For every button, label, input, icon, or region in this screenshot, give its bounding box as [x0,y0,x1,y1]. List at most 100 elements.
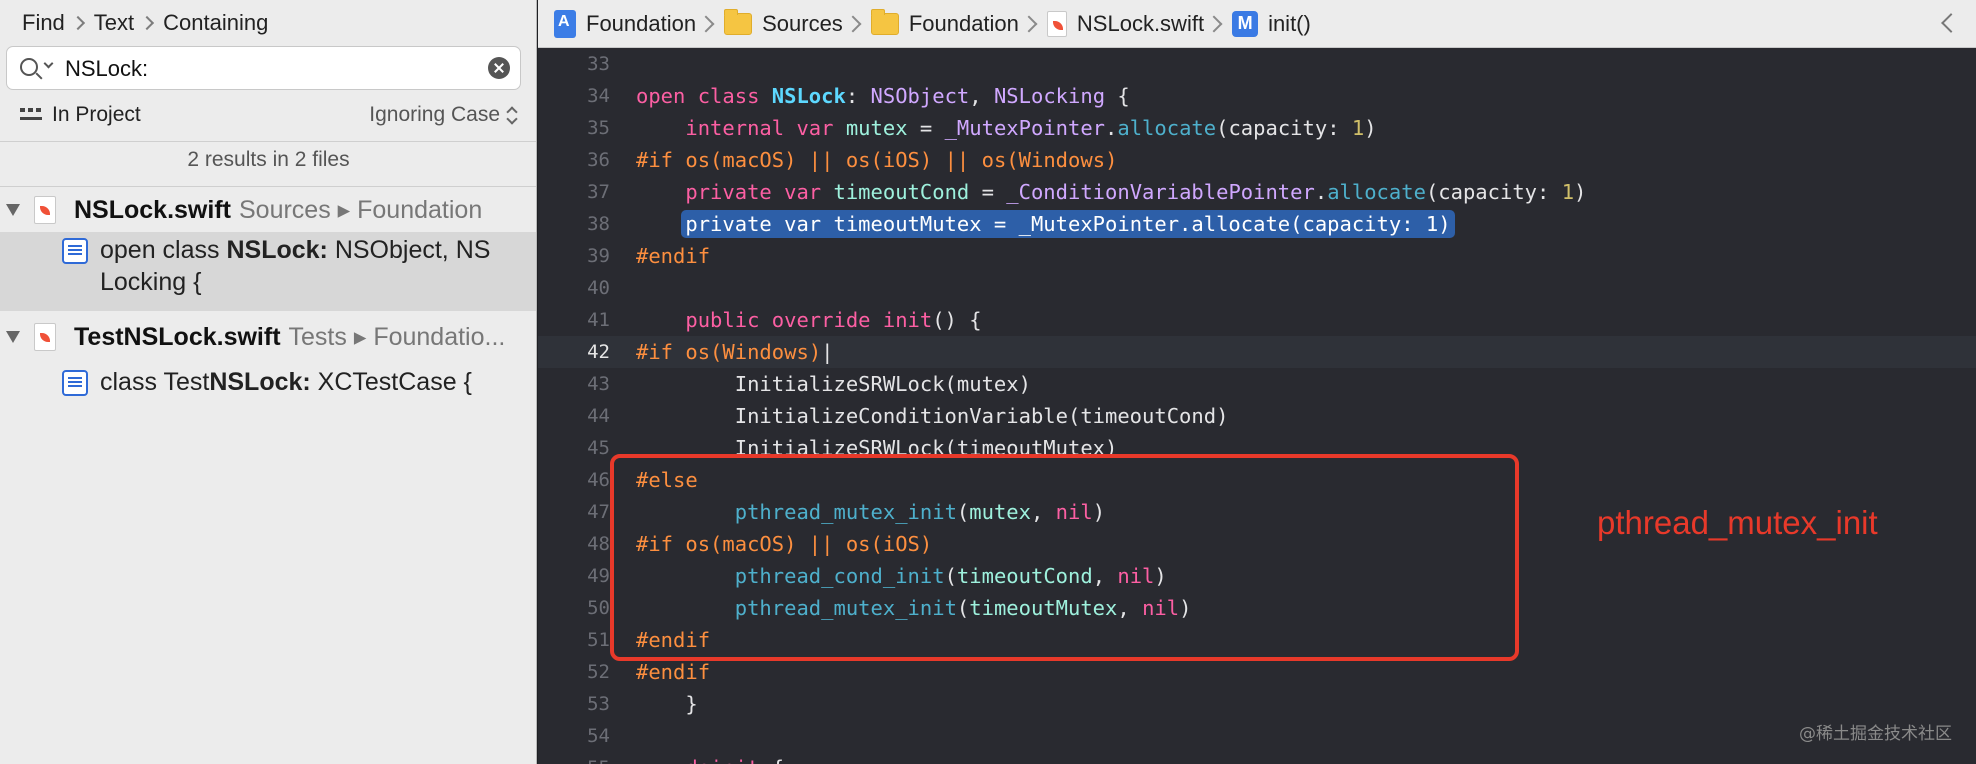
line-number: 45 [587,437,610,459]
file-name: NSLock.swift [74,195,231,224]
result-match-row[interactable]: class TestNSLock: XCTestCase { [0,364,536,404]
code-line: 43 InitializeSRWLock(mutex) [538,368,1976,400]
code-line: 34 open class NSLock: NSObject, NSLocking… [538,80,1976,112]
code-line: 38 private var timeoutMutex = _MutexPoin… [538,208,1976,240]
jumpbar-method[interactable]: M init() [1232,10,1311,37]
jumpbar-project[interactable]: Foundation [554,9,697,38]
breadcrumb-text[interactable]: Text [94,10,134,36]
line-number: 53 [587,693,610,715]
code-line: 39 #endif [538,240,1976,272]
line-number: 44 [587,405,610,427]
case-sensitivity-popup[interactable]: Ignoring Case [369,100,516,130]
line-number: 54 [587,725,610,747]
result-file-testnslock[interactable]: TestNSLock.swift Tests ▸ Foundatio... [0,317,536,357]
breadcrumb-find[interactable]: Find [22,10,65,36]
text-match-icon [62,238,88,264]
breadcrumb-containing[interactable]: Containing [163,10,268,36]
match-text: class TestNSLock: XCTestCase { [100,364,472,398]
jumpbar-foundation-folder[interactable]: Foundation [870,8,1019,37]
method-icon: M [1232,10,1259,37]
line-number: 34 [587,85,610,107]
jumpbar-label: Foundation [908,10,1019,36]
disclosure-triangle-icon[interactable] [6,204,20,216]
code-line: 40 [538,272,1976,304]
result-match-row[interactable]: open class NSLock: NSObject, NS Locking … [0,232,536,311]
results-summary: 2 results in 2 files [187,148,350,171]
match-highlight: NSLock: [226,236,328,264]
line-number: 43 [587,373,610,395]
search-icon[interactable] [20,58,38,76]
jumpbar-label: Sources [762,10,843,36]
file-path: Sources ▸ Foundation [238,196,483,224]
file-name: TestNSLock.swift [74,322,281,351]
code-line: 41 public override init() { [538,304,1976,336]
code-line: 55 deinit { [538,752,1976,764]
code-line: 35 internal var mutex = _MutexPointer.al… [538,112,1976,144]
code-line: 44 InitializeConditionVariable(timeoutCo… [538,400,1976,432]
divider [0,141,536,142]
line-number: 41 [587,309,610,331]
disclosure-triangle-icon[interactable] [6,331,20,343]
code-line: 33 [538,48,1976,80]
line-number: 46 [587,469,610,491]
line-number: 37 [587,181,610,203]
find-navigator: Find Text Containing NSLock: In Project … [0,0,537,764]
annotation-box [610,454,1519,661]
chevron-left-icon[interactable] [1941,13,1961,33]
jumpbar-sources[interactable]: Sources [724,8,843,37]
folder-icon [724,8,753,35]
search-value[interactable]: NSLock: [65,56,148,82]
match-pre: open class [100,236,227,264]
line-number: 33 [587,53,610,75]
chevron-right-icon [70,15,85,31]
jump-bar: Foundation Sources Foundation NSLock.swi… [538,0,1976,48]
line-number: 49 [587,565,610,587]
scope-label: In Project [52,103,141,126]
chevron-down-icon[interactable] [43,58,54,69]
jumpbar-label: NSLock.swift [1076,10,1205,36]
updown-chevron-icon [506,105,516,125]
divider [0,186,536,187]
match-line2: Locking { [100,268,202,296]
match-pre: class Test [100,368,210,396]
code-line: 37 private var timeoutCond = _ConditionV… [538,176,1976,208]
line-number: 55 [538,752,610,764]
chevron-right-icon [1020,15,1038,32]
line-number: 42 [587,341,610,363]
line-number: 51 [587,629,610,651]
jumpbar-file[interactable]: NSLock.swift [1046,10,1205,37]
annotation-label: pthread_mutex_init [1597,504,1878,541]
search-input[interactable]: NSLock: [6,46,521,90]
scope-selector[interactable]: In Project [20,100,141,130]
result-file-nslock[interactable]: NSLock.swift Sources ▸ Foundation [0,190,536,230]
swift-file-icon [34,196,56,224]
watermark: @稀土掘金技术社区 [1799,724,1952,744]
chevron-right-icon [1205,15,1223,32]
scope-icon [20,108,42,122]
code-line: 53 } [538,688,1976,720]
jumpbar-label: init() [1268,10,1311,36]
chevron-right-icon [844,15,862,32]
line-number: 36 [587,149,610,171]
code-line: 36 #if os(macOS) || os(iOS) || os(Windows… [538,144,1976,176]
chevron-right-icon [697,15,715,32]
line-number: 39 [587,245,610,267]
clear-icon[interactable] [488,57,510,79]
line-number: 35 [587,117,610,139]
line-number: 50 [587,597,610,619]
chevron-right-icon [140,15,155,31]
selected-text[interactable]: private var timeoutMutex = _MutexPointer… [681,210,1455,238]
case-label: Ignoring Case [369,103,500,126]
line-number: 47 [587,501,610,523]
line-number: 48 [587,533,610,555]
line-number: 38 [587,213,610,235]
match-text: open class NSLock: NSObject, NS Locking … [100,232,490,298]
xcode-project-icon [554,9,576,38]
line-number: 52 [587,661,610,683]
swift-file-icon [34,323,56,351]
folder-icon [870,8,899,35]
match-post: NSObject, NS [327,236,491,264]
line-number: 40 [587,277,610,299]
match-highlight: NSLock: [209,368,311,396]
jumpbar-label: Foundation [586,10,697,36]
